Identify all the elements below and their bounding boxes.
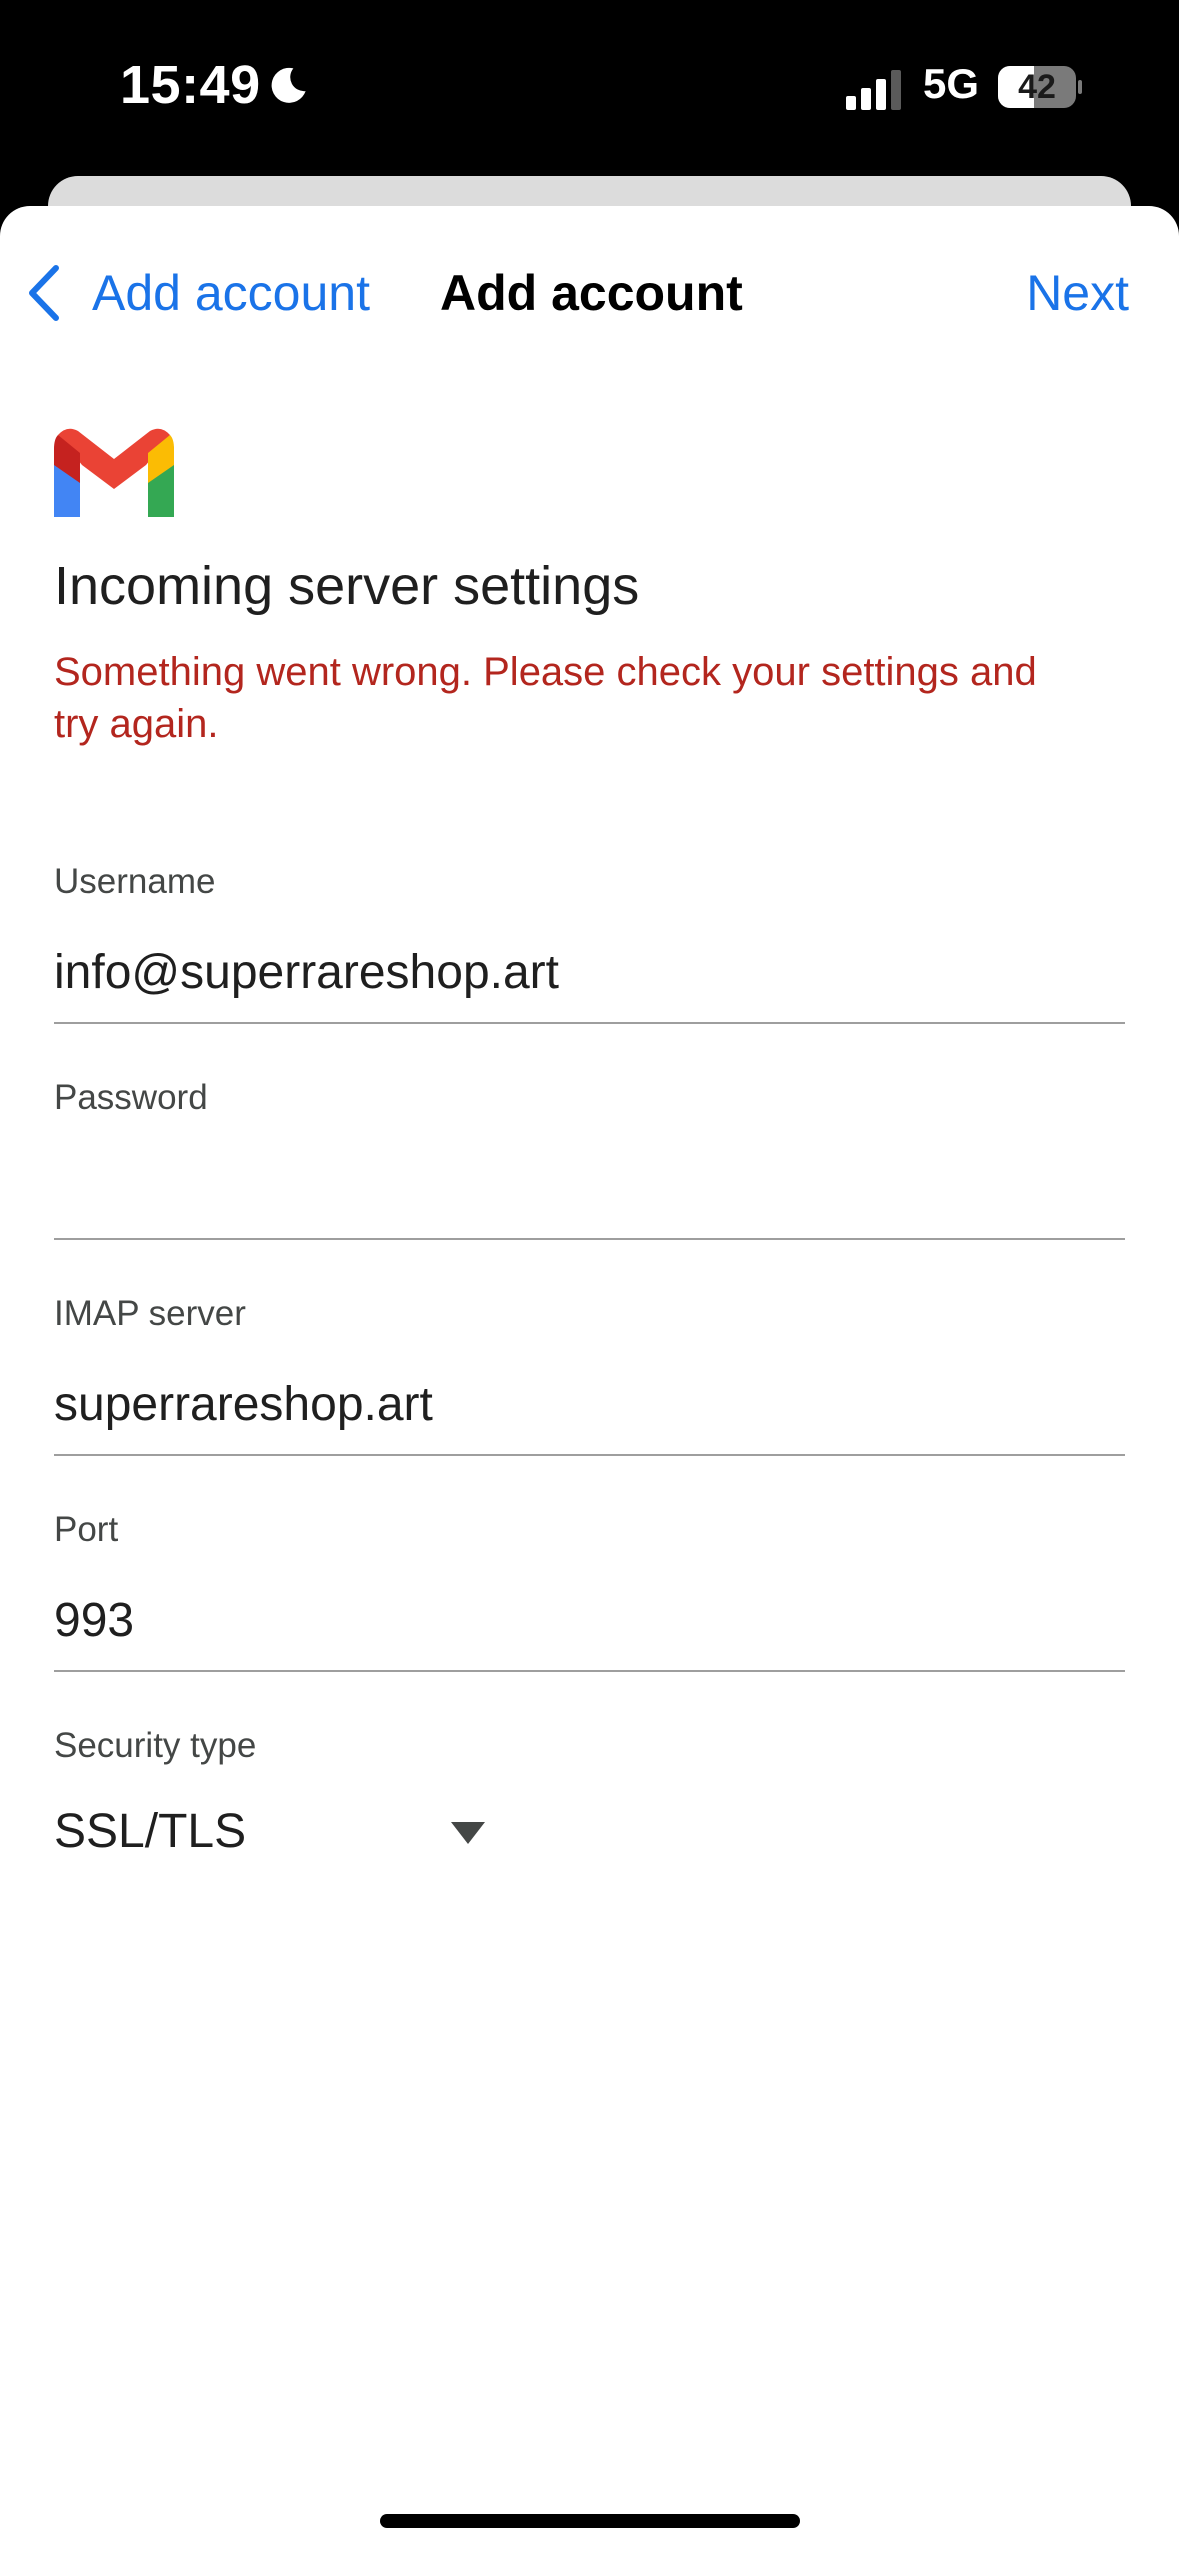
password-underline <box>54 1238 1125 1240</box>
security-type-value: SSL/TLS <box>54 1805 247 1858</box>
gmail-logo-icon <box>54 428 174 517</box>
moon-icon <box>271 67 306 103</box>
password-field: Password <box>54 1078 1125 1240</box>
back-button[interactable]: Add account <box>24 258 370 328</box>
username-input[interactable] <box>54 942 1125 1002</box>
page-heading: Incoming server settings <box>54 556 640 616</box>
imap-server-underline <box>54 1454 1125 1456</box>
username-underline <box>54 1022 1125 1024</box>
imap-server-input[interactable] <box>54 1374 1125 1434</box>
battery-level: 42 <box>1018 68 1056 106</box>
next-button[interactable]: Next <box>1026 258 1129 328</box>
dropdown-arrow-icon <box>451 1822 485 1844</box>
imap-server-field: IMAP server <box>54 1294 1125 1456</box>
port-underline <box>54 1670 1125 1672</box>
password-input[interactable] <box>54 1158 1125 1218</box>
signal-icon <box>846 70 901 110</box>
username-field: Username <box>54 862 1125 1024</box>
network-type: 5G <box>923 60 980 107</box>
status-time: 15:49 <box>120 55 261 115</box>
security-type-select[interactable]: SSL/TLS <box>54 1800 494 1870</box>
port-label: Port <box>54 1510 119 1549</box>
status-bar: 15:49 5G 42 <box>0 0 1179 175</box>
security-type-label: Security type <box>54 1726 257 1765</box>
port-input[interactable] <box>54 1590 1125 1650</box>
imap-server-label: IMAP server <box>54 1294 246 1333</box>
security-type-field: Security type <box>54 1726 1125 1766</box>
port-field: Port <box>54 1510 1125 1672</box>
username-label: Username <box>54 862 216 901</box>
chevron-left-icon <box>29 265 59 321</box>
error-message: Something went wrong. Please check your … <box>54 650 1037 746</box>
nav-title: Add account <box>440 265 743 321</box>
password-label: Password <box>54 1078 208 1117</box>
back-button-label: Add account <box>92 265 370 321</box>
home-indicator[interactable] <box>380 2514 800 2528</box>
